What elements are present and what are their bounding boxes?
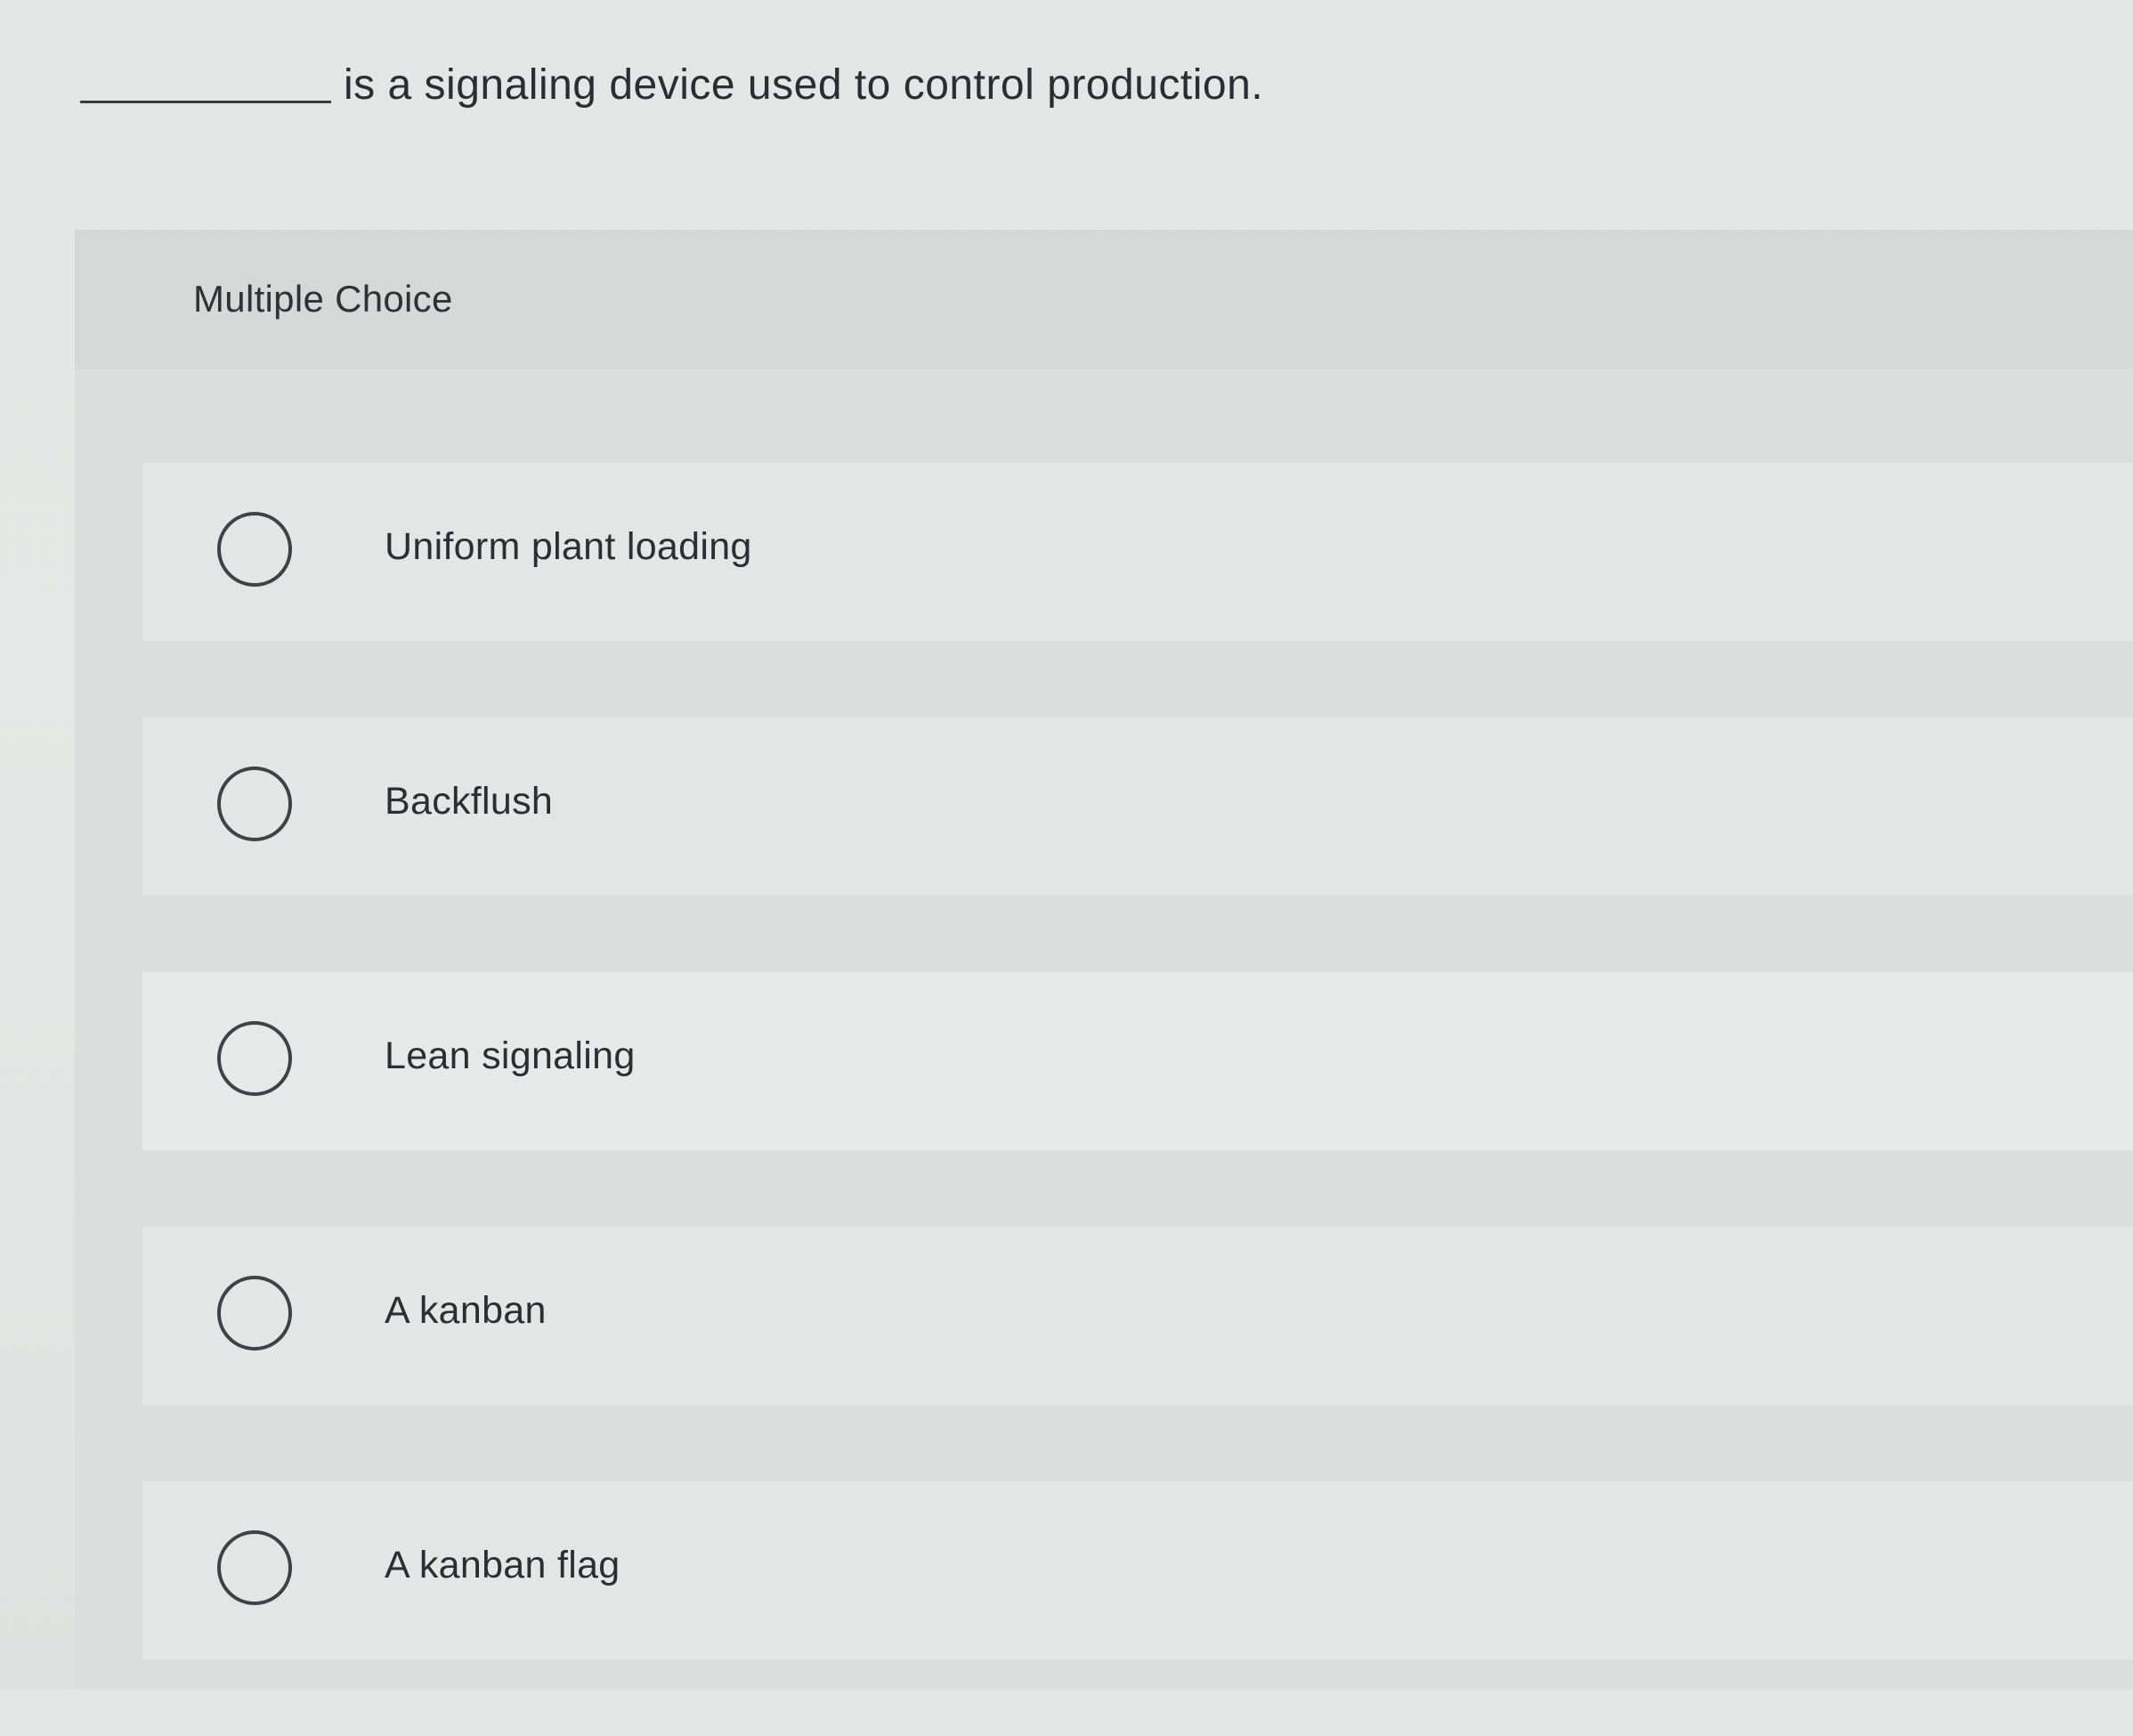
radio-button[interactable] (217, 1021, 292, 1096)
choice-label: Uniform plant loading (385, 525, 752, 568)
choice-option[interactable]: Lean signaling (142, 972, 2133, 1150)
choice-label: Backflush (385, 780, 554, 823)
answer-blank (80, 100, 331, 103)
choice-option[interactable]: A kanban flag (142, 1481, 2133, 1659)
multiple-choice-label: Multiple Choice (193, 278, 453, 320)
radio-button[interactable] (217, 767, 292, 841)
choice-label: A kanban (385, 1289, 547, 1332)
choice-label: Lean signaling (385, 1034, 636, 1077)
question-prompt: is a signaling device used to control pr… (80, 36, 2083, 134)
radio-button[interactable] (217, 512, 292, 587)
choice-option[interactable]: Backflush (142, 718, 2133, 896)
choice-label: A kanban flag (385, 1544, 620, 1586)
choice-option[interactable]: Uniform plant loading (142, 463, 2133, 641)
question-text: is a signaling device used to control pr… (344, 61, 1264, 109)
radio-button[interactable] (217, 1276, 292, 1351)
multiple-choice-panel: Multiple Choice Uniform plant loading Ba… (75, 230, 2133, 1690)
panel-header: Multiple Choice (75, 230, 2133, 369)
radio-button[interactable] (217, 1530, 292, 1605)
choice-list: Uniform plant loading Backflush Lean sig… (142, 463, 2133, 1736)
choice-option[interactable]: A kanban (142, 1227, 2133, 1405)
